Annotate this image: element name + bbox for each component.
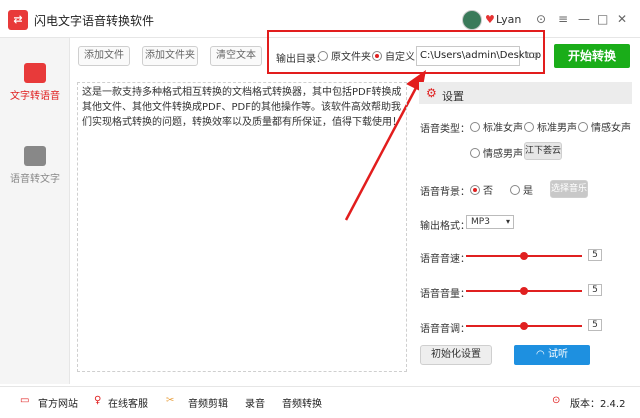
app-logo-icon: ⇄: [8, 10, 28, 30]
footer-audio-edit-link[interactable]: 音频剪辑: [188, 395, 228, 410]
sidebar-item-text-to-speech[interactable]: 文字转语音: [0, 45, 70, 121]
footer-service-link[interactable]: 在线客服: [108, 395, 148, 410]
volume-value[interactable]: 5: [588, 284, 602, 296]
version-label: 版本：2.4.2: [570, 399, 626, 410]
voice-emotion-male[interactable]: 情感男声: [470, 145, 523, 160]
sidebar-item-speech-to-text[interactable]: 语音转文字: [0, 128, 70, 204]
speed-slider-handle[interactable]: [520, 252, 528, 260]
website-icon: ▭: [20, 395, 30, 406]
text-input-area[interactable]: 这是一款支持多种格式相互转换的文档格式转换器，其中包括PDF转换成其他文件、其他…: [77, 82, 407, 372]
close-icon[interactable]: ✕: [617, 12, 627, 26]
highlight-box: [267, 30, 545, 74]
background-yes[interactable]: 是: [510, 182, 533, 197]
settings-title: 设置: [442, 90, 464, 103]
username[interactable]: Lyan: [496, 13, 521, 26]
heart-icon: ♥: [485, 13, 495, 26]
sidebar-item-label: 语音转文字: [10, 174, 60, 185]
format-select[interactable]: MP3 ▾: [466, 215, 514, 229]
volume-label: 语音音量：: [420, 289, 470, 300]
format-label: 输出格式：: [420, 221, 470, 232]
voice-type-label: 语音类型：: [420, 124, 470, 135]
text-to-speech-icon: [24, 63, 46, 83]
headphones-icon: ◠: [536, 349, 548, 360]
add-file-button[interactable]: 添加文件: [78, 46, 130, 66]
pitch-label: 语音音调：: [420, 324, 470, 335]
background-no[interactable]: 否: [470, 182, 493, 197]
clear-text-button[interactable]: 清空文本: [210, 46, 262, 66]
footer-website-link[interactable]: 官方网站: [38, 395, 78, 410]
listen-button[interactable]: ◠ 试听: [514, 345, 590, 365]
start-convert-button[interactable]: 开始转换: [554, 44, 630, 68]
sidebar-item-label: 文字转语音: [10, 91, 60, 102]
footer-audio-convert-link[interactable]: 音频转换: [282, 395, 322, 410]
gear-icon: ⚙: [426, 86, 437, 100]
avatar[interactable]: [462, 10, 482, 30]
voice-standard-female[interactable]: 标准女声: [470, 119, 523, 134]
menu-icon[interactable]: ≡: [558, 12, 568, 26]
minimize-icon[interactable]: —: [578, 12, 590, 26]
background-label: 语音背景：: [420, 187, 470, 198]
reset-settings-button[interactable]: 初始化设置: [420, 345, 492, 365]
version-icon: ⊙: [552, 395, 561, 406]
pitch-value[interactable]: 5: [588, 319, 602, 331]
speed-label: 语音音速：: [420, 254, 470, 265]
add-folder-button[interactable]: 添加文件夹: [142, 46, 198, 66]
volume-slider-handle[interactable]: [520, 287, 528, 295]
service-icon: ♀: [94, 395, 102, 406]
footer-record-link[interactable]: 录音: [245, 395, 265, 410]
speech-to-text-icon: [24, 146, 46, 166]
voice-extra-button[interactable]: 江下荟云: [524, 142, 562, 160]
pitch-slider-handle[interactable]: [520, 322, 528, 330]
speed-value[interactable]: 5: [588, 249, 602, 261]
maximize-icon[interactable]: □: [597, 12, 608, 26]
skin-icon[interactable]: ⊙: [536, 12, 546, 26]
choose-music-button[interactable]: 选择音乐: [550, 180, 588, 198]
app-title: 闪电文字语音转换软件: [34, 14, 155, 28]
voice-emotion-female[interactable]: 情感女声: [578, 119, 631, 134]
voice-standard-male[interactable]: 标准男声: [524, 119, 577, 134]
chevron-down-icon: ▾: [505, 217, 510, 226]
audio-edit-icon: ✂: [166, 395, 175, 406]
